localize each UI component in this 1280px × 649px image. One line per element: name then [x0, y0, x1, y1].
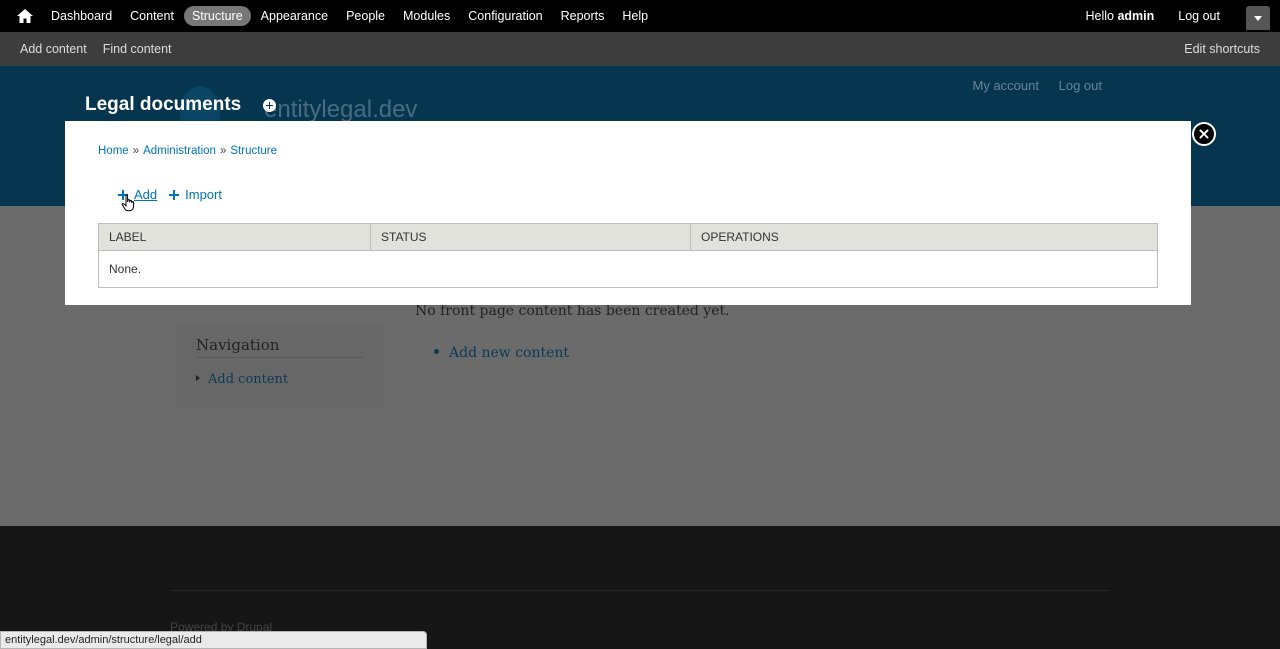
close-icon[interactable]: ×: [1192, 122, 1216, 146]
admin-toolbar: Dashboard Content Structure Appearance P…: [0, 0, 1280, 32]
add-new-content-link[interactable]: Add new content: [434, 345, 569, 361]
hello-prefix: Hello: [1085, 9, 1118, 23]
hello-text: Hello admin: [1086, 9, 1155, 23]
add-shortcut-icon[interactable]: [263, 99, 276, 112]
toolbar-user: Hello admin Log out: [1086, 0, 1221, 32]
shortcut-drawer-toggle[interactable]: [1246, 6, 1270, 30]
breadcrumb-home[interactable]: Home: [98, 145, 129, 157]
sidebar-item-add-content[interactable]: Add content: [196, 372, 288, 387]
home-icon[interactable]: [16, 8, 34, 24]
toolbar-logout-link[interactable]: Log out: [1178, 9, 1220, 23]
toolbar-item-dashboard[interactable]: Dashboard: [43, 6, 120, 26]
browser-status-url: entitylegal.dev/admin/structure/legal/ad…: [0, 631, 427, 649]
table-header-row: Label Status Operations: [98, 223, 1158, 251]
toolbar-item-modules[interactable]: Modules: [395, 6, 458, 26]
legal-documents-table: Label Status Operations None.: [98, 223, 1158, 288]
breadcrumb-separator: »: [219, 145, 227, 157]
shortcut-add-content[interactable]: Add content: [20, 42, 87, 56]
secondary-menu: My account Log out: [957, 78, 1102, 93]
breadcrumb-structure[interactable]: Structure: [230, 145, 277, 157]
column-operations: Operations: [690, 223, 1158, 251]
import-button-label: Import: [185, 187, 222, 202]
table-row: None.: [98, 250, 1158, 288]
toolbar-menu: Dashboard Content Structure Appearance P…: [42, 0, 657, 32]
toolbar-item-help[interactable]: Help: [614, 6, 656, 26]
footer-divider: [170, 590, 1110, 591]
toolbar-item-people[interactable]: People: [338, 6, 393, 26]
empty-table-message: None.: [98, 250, 1158, 288]
toolbar-item-appearance[interactable]: Appearance: [253, 6, 336, 26]
toolbar-item-reports[interactable]: Reports: [553, 6, 613, 26]
plus-icon: [169, 189, 180, 200]
column-label: Label: [98, 223, 371, 251]
add-button-label: Add: [134, 187, 158, 202]
column-status: Status: [370, 223, 691, 251]
shortcut-links: Add content Find content: [20, 32, 188, 66]
overlay-title: Legal documents: [85, 94, 242, 115]
toolbar-item-structure[interactable]: Structure: [183, 6, 251, 26]
collapsed-arrow-icon: [196, 375, 200, 381]
toolbar-item-configuration[interactable]: Configuration: [460, 6, 550, 26]
breadcrumb-separator: »: [132, 145, 140, 157]
shortcut-bar: Add content Find content Edit shortcuts: [0, 32, 1280, 66]
toolbar-item-content[interactable]: Content: [122, 6, 182, 26]
hand-cursor-icon: [121, 194, 137, 212]
front-page-message: No front page content has been created y…: [415, 303, 730, 319]
username[interactable]: admin: [1117, 9, 1154, 23]
my-account-link[interactable]: My account: [973, 78, 1039, 93]
navigation-title: Navigation: [196, 336, 280, 354]
sidebar-item-label[interactable]: Add content: [208, 372, 288, 387]
shortcut-find-content[interactable]: Find content: [103, 42, 172, 56]
header-logout-link[interactable]: Log out: [1059, 78, 1102, 93]
import-button[interactable]: Import: [169, 187, 222, 202]
overlay-dialog: Home» Administration» Structure Add Import…: [65, 121, 1191, 305]
site-name[interactable]: entitylegal.dev: [264, 96, 417, 124]
navigation-block: Navigation Add content: [176, 324, 384, 408]
breadcrumb: Home» Administration» Structure: [98, 145, 277, 157]
divider: [196, 357, 364, 358]
edit-shortcuts-link[interactable]: Edit shortcuts: [1184, 32, 1260, 66]
breadcrumb-administration[interactable]: Administration: [143, 145, 216, 157]
